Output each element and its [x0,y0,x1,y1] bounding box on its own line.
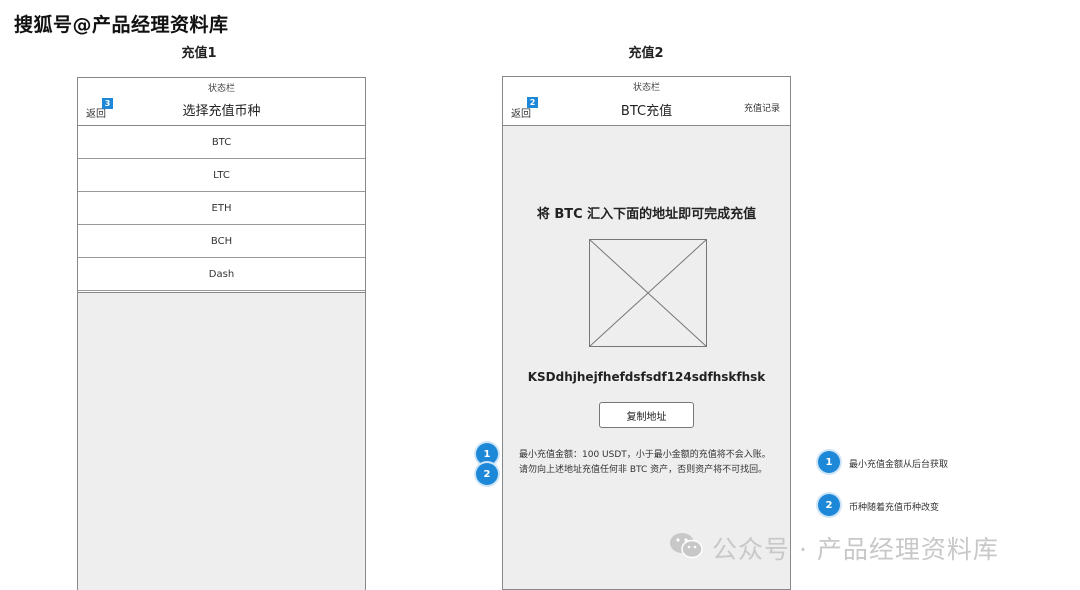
watermark-text: 搜狐号@产品经理资料库 [14,14,229,36]
coin-item-btc[interactable]: BTC [78,126,365,159]
legend-text-2: 币种随着充值币种改变 [849,503,940,513]
copy-address-button[interactable]: 复制地址 [599,402,694,428]
coin-item-bch[interactable]: BCH [78,225,365,258]
watermark-bottom-text: 公众号 · 产品经理资料库 [712,535,999,564]
coin-list: BTC LTC ETH BCH Dash [78,126,365,291]
coin-item-dash[interactable]: Dash [78,258,365,291]
screen1-title: 充值1 [181,46,217,61]
asset-warning-notice: 请勿向上述地址充值任何非 BTC 资产，否则资产将不可找回。 [519,465,768,475]
status-bar-label: 状态栏 [632,83,660,93]
minimum-amount-notice: 最小充值金额：100 USDT，小于最小金额的充值将不会入账。 [519,450,771,460]
screen1-phone-frame: 状态栏 返回 3 选择充值币种 BTC LTC ETH BCH Dash [77,77,366,590]
annotation-marker-1: 1 [476,443,498,465]
wechat-icon [670,533,703,559]
empty-placeholder-area [78,292,365,590]
annotation-marker-2: 2 [476,463,498,485]
screen2-phone-frame: 状态栏 返回 2 BTC充值 充值记录 将 BTC 汇入下面的地址即可完成充值 … [502,76,791,590]
recharge-history-link[interactable]: 充值记录 [744,101,780,114]
legend-marker-2: 2 [818,494,840,516]
coin-item-eth[interactable]: ETH [78,192,365,225]
page-title: 选择充值币种 [182,104,261,119]
coin-item-ltc[interactable]: LTC [78,159,365,192]
screen2-title: 充值2 [628,46,664,61]
status-bar-label: 状态栏 [207,84,235,94]
legend-marker-1: 1 [818,451,840,473]
qr-code-placeholder-image [589,239,707,347]
legend-text-1: 最小充值金额从后台获取 [849,460,949,470]
content-area: 将 BTC 汇入下面的地址即可完成充值 KSDdhjhejfhefdsfsdf1… [503,126,790,589]
wallet-address: KSDdhjhejfhefdsfsdf124sdfhskfhsk [527,370,766,384]
recharge-headline: 将 BTC 汇入下面的地址即可完成充值 [536,207,757,222]
